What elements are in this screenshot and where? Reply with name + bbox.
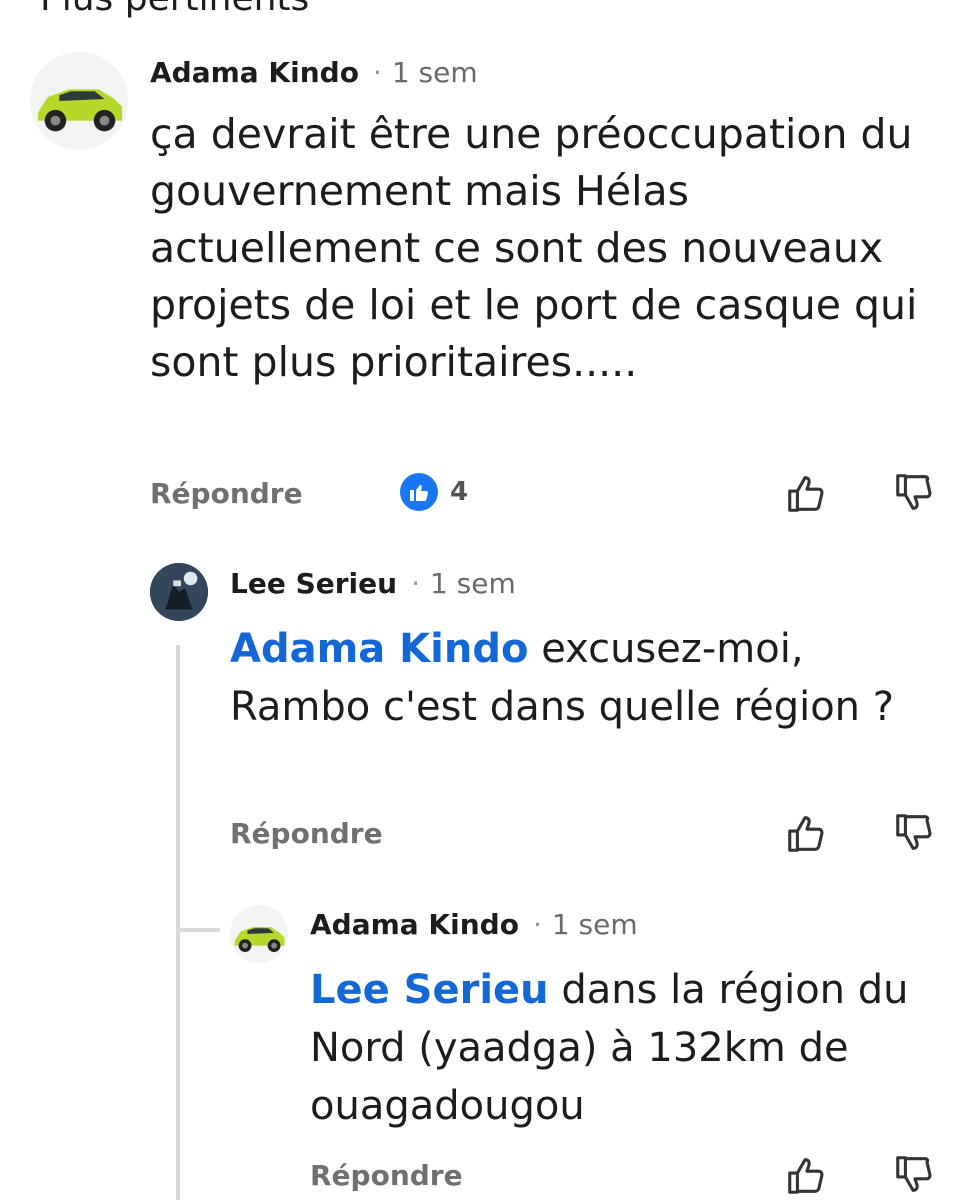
thumbs-up-icon[interactable] xyxy=(784,470,830,516)
comment-meta: Lee Serieu · 1 sem xyxy=(230,567,516,600)
reaction-count: 4 xyxy=(450,477,469,507)
comment-author[interactable]: Adama Kindo xyxy=(310,908,519,941)
comment-text: Adama Kindo excusez-moi, Rambo c'est dan… xyxy=(230,620,930,736)
comment-author[interactable]: Adama Kindo xyxy=(150,56,359,89)
section-title: Plus pertinents xyxy=(40,0,309,19)
comment-meta: Adama Kindo · 1 sem xyxy=(310,908,638,941)
comment-text: Lee Serieu dans la région du Nord (yaadg… xyxy=(310,961,950,1135)
reply-button[interactable]: Répondre xyxy=(230,817,383,850)
thumbs-down-icon[interactable] xyxy=(892,470,938,516)
meta-separator: · xyxy=(411,567,420,600)
reply-button[interactable]: Répondre xyxy=(310,1159,463,1192)
thread-line-branch xyxy=(176,928,220,932)
avatar[interactable] xyxy=(150,563,208,621)
comments-page: Plus pertinents Adama Kindo · 1 sem ça d… xyxy=(0,0,977,1200)
reply-button[interactable]: Répondre xyxy=(150,477,303,510)
like-badge-icon xyxy=(400,473,438,511)
thumbs-down-icon[interactable] xyxy=(892,1152,938,1198)
meta-separator: · xyxy=(372,56,382,89)
avatar[interactable] xyxy=(30,52,128,150)
mention-link[interactable]: Adama Kindo xyxy=(230,626,528,672)
thumbs-up-icon[interactable] xyxy=(784,1152,830,1198)
comment-time: 1 sem xyxy=(551,908,638,941)
comment-time: 1 sem xyxy=(429,567,516,600)
thread-line xyxy=(176,645,180,1200)
meta-separator: · xyxy=(532,908,542,941)
comment-time: 1 sem xyxy=(391,56,478,89)
comment-meta: Adama Kindo · 1 sem xyxy=(150,56,478,89)
thumbs-down-icon[interactable] xyxy=(892,810,938,856)
comment-text: ça devrait être une préoccupation du gou… xyxy=(150,110,918,386)
mention-link[interactable]: Lee Serieu xyxy=(310,967,549,1013)
thumbs-up-icon[interactable] xyxy=(784,810,830,856)
avatar[interactable] xyxy=(230,905,288,963)
comment-author[interactable]: Lee Serieu xyxy=(230,567,397,600)
reaction-summary[interactable]: 4 xyxy=(400,473,468,511)
